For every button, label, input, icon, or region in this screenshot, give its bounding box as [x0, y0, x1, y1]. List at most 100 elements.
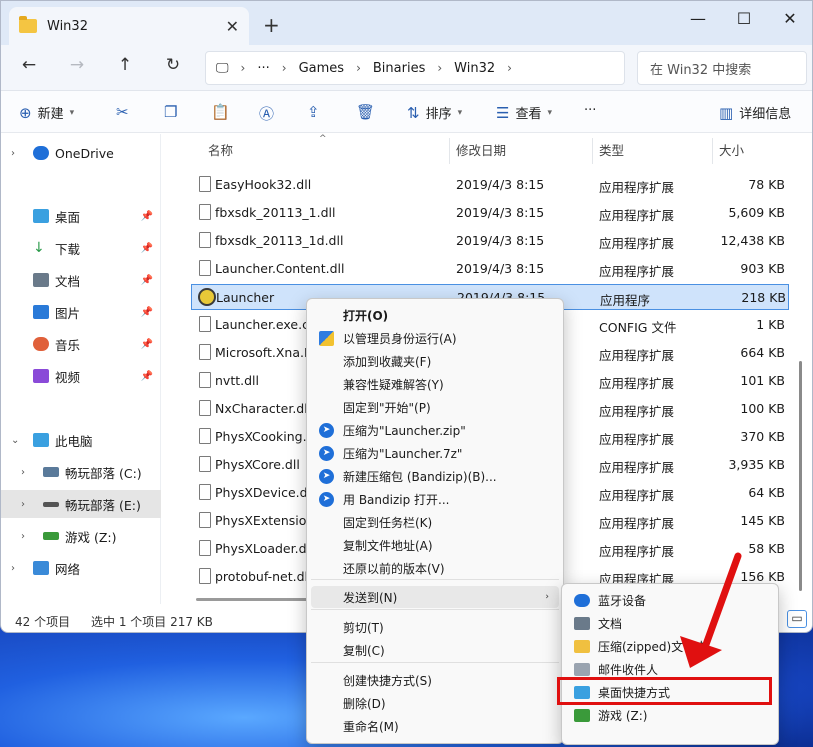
- context-menu-item[interactable]: 以管理员身份运行(A): [311, 327, 559, 349]
- forward-arrow-icon[interactable]: →: [63, 55, 91, 75]
- trash-icon: 🗑: [356, 103, 376, 121]
- file-type: 应用程序扩展: [599, 264, 675, 279]
- file-icon: [199, 232, 211, 248]
- breadcrumb-win32[interactable]: Win32: [454, 61, 495, 76]
- file-date: 2019/4/3 8:15: [456, 233, 545, 248]
- context-menu-item[interactable]: 还原以前的版本(V): [311, 557, 559, 579]
- delete-button[interactable]: 🗑: [356, 103, 381, 121]
- breadcrumb[interactable]: 🖵 › ··· › Games › Binaries › Win32 ›: [205, 51, 625, 85]
- cloud-icon: [33, 146, 49, 160]
- new-button[interactable]: ⊕ 新建 ▾: [19, 103, 74, 123]
- file-name: fbxsdk_20113_1d.dll: [215, 233, 344, 248]
- file-type: 应用程序扩展: [599, 236, 675, 251]
- view-button[interactable]: ☰ 查看 ▾: [496, 103, 552, 123]
- minimize-button[interactable]: —: [675, 9, 721, 28]
- chevron-right-icon: ›: [545, 592, 549, 602]
- table-row[interactable]: EasyHook32.dll 2019/4/3 8:15 应用程序扩展 78 KB: [191, 172, 789, 198]
- context-menu-label: 复制(C): [343, 643, 385, 658]
- back-arrow-icon[interactable]: ←: [15, 55, 43, 75]
- file-icon: [199, 456, 211, 472]
- column-header-size[interactable]: 大小: [719, 134, 744, 164]
- nav-item-network[interactable]: › 网络: [1, 554, 161, 582]
- nav-item-onedrive[interactable]: › OneDrive: [1, 139, 161, 167]
- send-to-item[interactable]: 文档: [566, 612, 774, 634]
- context-menu-item[interactable]: ➤ 用 Bandizip 打开...: [311, 488, 559, 510]
- nav-item-desktop[interactable]: 桌面 📌: [1, 202, 161, 230]
- context-menu-label: 添加到收藏夹(F): [343, 354, 432, 369]
- nav-item-music[interactable]: 音乐 📌: [1, 330, 161, 358]
- nav-item-documents[interactable]: 文档 📌: [1, 266, 161, 294]
- file-type: 应用程序扩展: [599, 432, 675, 447]
- table-row[interactable]: Launcher.Content.dll 2019/4/3 8:15 应用程序扩展 9…: [191, 256, 789, 282]
- nav-item-this-pc[interactable]: ⌄ 此电脑: [1, 426, 161, 454]
- context-menu-item[interactable]: 复制文件地址(A): [311, 534, 559, 556]
- column-header-date[interactable]: 修改日期: [456, 134, 506, 164]
- context-menu-item[interactable]: 创建快捷方式(S): [311, 669, 559, 691]
- context-menu-item[interactable]: 发送到(N) ›: [311, 586, 559, 608]
- file-icon: [199, 344, 211, 360]
- share-button[interactable]: ⇪: [307, 103, 326, 121]
- send-to-item[interactable]: 蓝牙设备: [566, 589, 774, 611]
- column-header-name[interactable]: 名称: [208, 134, 233, 164]
- context-menu-label: 用 Bandizip 打开...: [343, 492, 450, 507]
- sort-button[interactable]: ⇅ 排序 ▾: [407, 103, 463, 123]
- tab-win32[interactable]: Win32 ✕: [9, 7, 249, 45]
- tiles-view-icon[interactable]: ▭: [787, 610, 807, 628]
- context-menu-item[interactable]: 剪切(T): [311, 616, 559, 638]
- send-to-item[interactable]: 压缩(zipped)文件夹: [566, 635, 774, 657]
- context-menu-item[interactable]: ➤ 压缩为"Launcher.7z": [311, 442, 559, 464]
- nav-item-drive-z[interactable]: › 游戏 (Z:): [1, 522, 161, 550]
- context-menu-item[interactable]: 兼容性疑难解答(Y): [311, 373, 559, 395]
- chevron-down-icon: ▾: [457, 107, 463, 118]
- copy-button[interactable]: ❐: [164, 103, 183, 121]
- context-menu-item[interactable]: ➤ 新建压缩包 (Bandizip)(B)...: [311, 465, 559, 487]
- rename-icon: Ⓐ: [259, 105, 275, 123]
- item-count: 42 个项目: [15, 615, 71, 629]
- context-menu-item[interactable]: 删除(D): [311, 692, 559, 714]
- more-options-button[interactable]: ···: [584, 103, 596, 118]
- breadcrumb-games[interactable]: Games: [299, 61, 344, 76]
- cut-button[interactable]: ✂: [116, 103, 135, 121]
- table-row[interactable]: fbxsdk_20113_1.dll 2019/4/3 8:15 应用程序扩展 5,6…: [191, 200, 789, 226]
- column-header-type[interactable]: 类型: [599, 134, 624, 164]
- file-icon: [199, 484, 211, 500]
- send-to-item[interactable]: 游戏 (Z:): [566, 704, 774, 726]
- command-bar: ⊕ 新建 ▾ ✂ ❐ 📋 Ⓐ ⇪ 🗑 ⇅ 排序 ▾ ☰ 查看 ▾ ··· ▥ 详细信息: [1, 91, 812, 133]
- context-menu-item[interactable]: 复制(C): [311, 639, 559, 661]
- refresh-icon[interactable]: ↻: [159, 55, 187, 75]
- file-size: 78 KB: [748, 177, 785, 192]
- new-tab-button[interactable]: +: [263, 13, 280, 37]
- file-name: EasyHook32.dll: [215, 177, 312, 192]
- breadcrumb-ellipsis[interactable]: ···: [257, 61, 269, 76]
- nav-item-downloads[interactable]: ↓ 下载 📌: [1, 234, 161, 262]
- up-arrow-icon[interactable]: ↑: [111, 55, 139, 75]
- search-input[interactable]: 在 Win32 中搜索: [637, 51, 807, 85]
- nav-item-drive-c[interactable]: › 畅玩部落 (C:): [1, 458, 161, 486]
- nav-item-videos[interactable]: 视频 📌: [1, 362, 161, 390]
- rename-button[interactable]: Ⓐ: [259, 103, 280, 124]
- chevron-right-icon: ›: [11, 562, 15, 574]
- close-tab-icon[interactable]: ✕: [226, 17, 239, 36]
- context-menu-item[interactable]: 固定到"开始"(P): [311, 396, 559, 418]
- table-row[interactable]: fbxsdk_20113_1d.dll 2019/4/3 8:15 应用程序扩展 12…: [191, 228, 789, 254]
- nav-item-drive-e[interactable]: › 畅玩部落 (E:): [1, 490, 161, 518]
- maximize-button[interactable]: ☐: [721, 9, 767, 28]
- details-pane-button[interactable]: ▥ 详细信息: [719, 103, 791, 123]
- file-name: PhysXExtension: [215, 513, 315, 528]
- context-menu-item[interactable]: ➤ 压缩为"Launcher.zip": [311, 419, 559, 441]
- file-size: 101 KB: [740, 373, 785, 388]
- nav-item-pictures[interactable]: 图片 📌: [1, 298, 161, 326]
- breadcrumb-binaries[interactable]: Binaries: [373, 61, 425, 76]
- context-menu-item[interactable]: 打开(O): [311, 304, 559, 326]
- file-icon: [199, 176, 211, 192]
- paste-button[interactable]: 📋: [211, 103, 236, 121]
- picture-icon: [33, 305, 49, 319]
- close-window-button[interactable]: ✕: [767, 9, 812, 28]
- context-menu-item[interactable]: 重命名(M): [311, 715, 559, 737]
- context-menu-item[interactable]: 添加到收藏夹(F): [311, 350, 559, 372]
- vertical-scrollbar[interactable]: [798, 161, 804, 601]
- context-menu-item[interactable]: 固定到任务栏(K): [311, 511, 559, 533]
- file-type: 应用程序扩展: [599, 516, 675, 531]
- scrollbar-thumb[interactable]: [799, 361, 802, 591]
- chevron-down-icon: ▾: [547, 107, 552, 118]
